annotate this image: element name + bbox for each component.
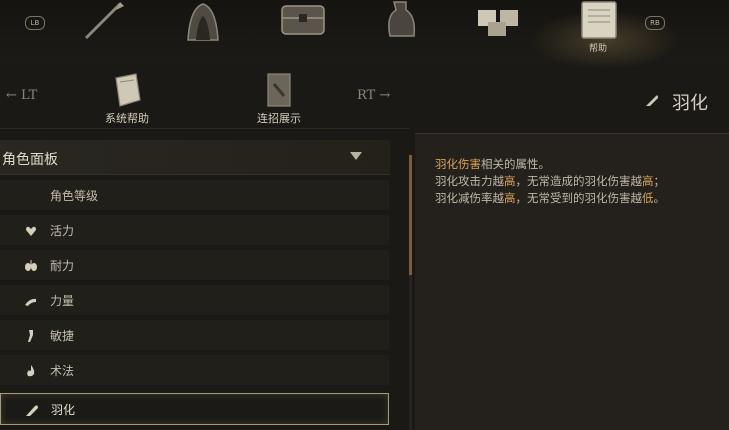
desc-line-1: 羽化伤害相关的属性。 xyxy=(435,156,665,173)
lungs-icon xyxy=(24,258,38,272)
list-item-label: 耐力 xyxy=(50,259,75,273)
desc-text: ，无常受到的羽化伤害越 xyxy=(515,191,643,205)
desc-line-2: 羽化攻击力越高，无常造成的羽化伤害越高； xyxy=(435,173,665,190)
lt-label: LT xyxy=(21,88,38,103)
spear-icon[interactable] xyxy=(78,0,128,44)
scroll-icon[interactable] xyxy=(574,0,624,44)
desc-text: 羽化攻击力越 xyxy=(435,174,504,188)
list-item[interactable]: 耐力 xyxy=(0,250,389,281)
list-item-label: 力量 xyxy=(50,294,75,308)
rt-nav-hint[interactable]: RT → xyxy=(357,88,390,103)
desc-text: 相关的属性。 xyxy=(481,157,550,171)
arrow-left-icon: ← xyxy=(6,88,17,103)
subtab-combo-showcase-label: 连招展示 xyxy=(257,112,301,125)
detail-description: 羽化伤害相关的属性。 羽化攻击力越高，无常造成的羽化伤害越高； 羽化减伤率越高，… xyxy=(435,156,665,207)
list-item[interactable]: 角色等级 xyxy=(0,180,389,211)
rt-label: RT xyxy=(357,88,376,103)
section-title: 角色面板 xyxy=(2,152,58,168)
list-item-label: 角色等级 xyxy=(50,189,99,203)
boxes-icon[interactable] xyxy=(474,0,524,44)
desc-text: ，无常造成的羽化伤害越 xyxy=(515,174,643,188)
arm-icon xyxy=(24,293,38,307)
feet-icon xyxy=(24,328,38,342)
list-item[interactable]: 活力 xyxy=(0,215,389,246)
sub-navigation: ← LT 系统帮助 连招展示 RT → xyxy=(0,62,410,132)
section-header-character-panel[interactable]: 角色面板 xyxy=(0,140,390,175)
scrollbar-thumb[interactable] xyxy=(409,155,412,275)
list-item-label: 羽化 xyxy=(51,403,76,417)
desc-highlight: 高 xyxy=(504,191,516,205)
list-item-label: 敏捷 xyxy=(50,329,75,343)
list-item[interactable]: 力量 xyxy=(0,285,389,316)
detail-header: 羽化 xyxy=(644,88,708,116)
tab-help-label: 帮助 xyxy=(588,44,607,54)
caret-down-icon xyxy=(350,152,362,160)
list-item-selected[interactable]: 羽化 xyxy=(0,393,389,425)
subnav-divider xyxy=(0,128,410,129)
list-item[interactable]: 敏捷 xyxy=(0,320,389,351)
arrow-right-icon: → xyxy=(379,88,391,103)
desc-highlight: 羽化伤害 xyxy=(435,157,481,171)
subtab-system-help[interactable]: 系统帮助 xyxy=(92,72,162,126)
flame-icon xyxy=(24,363,38,377)
feather-icon xyxy=(644,92,660,112)
desc-highlight: 低 xyxy=(642,191,654,205)
detail-title: 羽化 xyxy=(672,93,708,114)
list-item[interactable]: 术法 xyxy=(0,355,389,386)
detail-panel: 羽化伤害相关的属性。 羽化攻击力越高，无常造成的羽化伤害越高； 羽化减伤率越高，… xyxy=(415,133,729,430)
hood-icon[interactable] xyxy=(178,0,228,44)
desc-text: 羽化减伤率越 xyxy=(435,191,504,205)
top-tab-bar: LB 帮助 RB xyxy=(0,0,729,70)
lb-button-hint[interactable]: LB xyxy=(25,16,45,30)
list-item-label: 活力 xyxy=(50,224,75,238)
rb-button-hint[interactable]: RB xyxy=(645,16,665,30)
lt-nav-hint[interactable]: ← LT xyxy=(6,88,37,103)
desc-text: ； xyxy=(653,174,666,188)
chest-icon[interactable] xyxy=(278,0,328,44)
book-icon xyxy=(110,72,144,108)
feather-icon xyxy=(25,402,39,416)
desc-highlight: 高 xyxy=(504,174,516,188)
desc-text: 。 xyxy=(653,191,666,205)
bottle-icon[interactable] xyxy=(376,0,426,44)
subtab-system-help-label: 系统帮助 xyxy=(105,112,149,125)
desc-line-3: 羽化减伤率越高，无常受到的羽化伤害越低。 xyxy=(435,190,665,207)
subtab-combo-showcase[interactable]: 连招展示 xyxy=(244,72,314,126)
combo-scroll-icon xyxy=(262,72,296,108)
heart-icon xyxy=(24,223,38,237)
panel-top-line xyxy=(415,133,729,134)
desc-highlight: 高 xyxy=(642,174,654,188)
list-item-label: 术法 xyxy=(50,364,75,378)
